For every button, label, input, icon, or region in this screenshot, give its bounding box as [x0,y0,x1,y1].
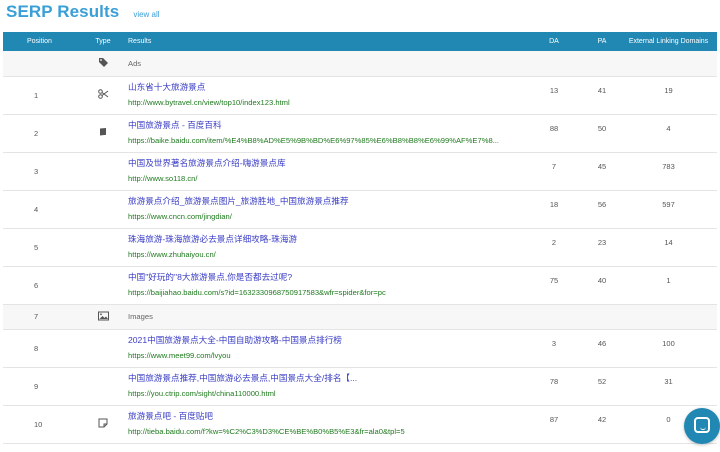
result-title-link[interactable]: 山东省十大旅游景点 [128,82,524,93]
tag-icon [98,57,108,68]
table-header-row: Position Type Results DA PA External Lin… [3,32,717,51]
result-title-link[interactable]: 旅游景点吧 - 百度贴吧 [128,411,524,422]
result-url[interactable]: https://you.ctrip.com/sight/china110000.… [128,388,524,399]
scissors-icon [98,89,109,99]
type-cell [78,190,128,229]
pa-value: 42 [584,405,620,444]
result-row: 8 2021中国旅游景点大全-中国自助游攻略-中国景点排行榜 https://www… [3,329,717,368]
result-url[interactable]: https://baike.baidu.com/item/%E4%B8%AD%E… [128,135,524,146]
type-cell [78,76,128,115]
da-value: 13 [524,76,584,115]
result-title-link[interactable]: 中国旅游景点 - 百度百科 [128,120,524,131]
pa-value: 41 [584,76,620,115]
da-value: 18 [524,190,584,229]
position-cell: 8 [3,329,78,368]
external-linking-domains-value: 783 [620,152,717,191]
pa-value: 45 [584,152,620,191]
result-row: 2 中国旅游景点 - 百度百科 https://baike.baidu.com/it… [3,114,717,153]
book-icon [98,127,108,137]
external-linking-domains-value: 597 [620,190,717,229]
result-url[interactable]: http://www.bytravel.cn/view/top10/index1… [128,97,524,108]
col-da[interactable]: DA [524,32,584,51]
pa-value: 46 [584,329,620,368]
chat-widget-button[interactable] [684,408,720,444]
serp-header: SERP Results view all [6,2,160,24]
section-row: 7 Images [3,304,717,330]
col-external-linking-domains[interactable]: External Linking Domains [620,32,717,51]
pa-value: 52 [584,367,620,406]
da-value: 2 [524,228,584,267]
result-row: 3 中国及世界著名旅游景点介绍-嗨游景点库 http://www.so118.cn/… [3,152,717,191]
da-value: 87 [524,405,584,444]
position-cell: 1 [3,76,78,115]
da-value: 7 [524,152,584,191]
position-cell: 2 [3,114,78,153]
external-linking-domains-value: 19 [620,76,717,115]
da-value: 88 [524,114,584,153]
result-url[interactable]: http://www.so118.cn/ [128,173,524,184]
view-all-link[interactable]: view all [133,10,159,19]
section-row: Ads [3,51,717,77]
type-cell [78,114,128,153]
external-linking-domains-value: 1 [620,266,717,305]
external-linking-domains-value: 4 [620,114,717,153]
external-linking-domains-value: 100 [620,329,717,368]
type-cell [78,405,128,444]
position-cell [3,51,78,77]
pa-value: 23 [584,228,620,267]
col-pa[interactable]: PA [584,32,620,51]
result-row: 1 山东省十大旅游景点 http://www.bytravel.cn/view/to… [3,76,717,115]
position-cell: 7 [3,304,78,330]
result-title-link[interactable]: 珠海旅游-珠海旅游必去景点详细攻略-珠海游 [128,234,524,245]
section-label: Images [128,312,153,321]
serp-table: Position Type Results DA PA External Lin… [3,32,717,444]
position-cell: 4 [3,190,78,229]
result-url[interactable]: https://www.zhuhaiyou.cn/ [128,249,524,260]
type-cell [78,304,128,330]
type-cell [78,228,128,267]
result-title-link[interactable]: 中国旅游景点推荐,中国旅游必去景点,中国景点大全/排名【... [128,373,524,384]
result-row: 6 中国"好玩的"8大旅游景点,你是否都去过呢? https://baijiahao… [3,266,717,305]
da-value: 75 [524,266,584,305]
position-cell: 3 [3,152,78,191]
result-url[interactable]: http://tieba.baidu.com/f?kw=%C2%C3%D3%CE… [128,426,524,437]
col-results[interactable]: Results [128,32,524,51]
pa-value: 40 [584,266,620,305]
result-title-link[interactable]: 中国"好玩的"8大旅游景点,你是否都去过呢? [128,272,524,283]
position-cell: 10 [3,405,78,444]
result-row: 9 中国旅游景点推荐,中国旅游必去景点,中国景点大全/排名【... https://… [3,367,717,406]
result-title-link[interactable]: 2021中国旅游景点大全-中国自助游攻略-中国景点排行榜 [128,335,524,346]
da-value: 3 [524,329,584,368]
col-position[interactable]: Position [3,32,78,51]
external-linking-domains-value: 14 [620,228,717,267]
result-title-link[interactable]: 旅游景点介绍_旅游景点图片_旅游胜地_中国旅游景点推荐 [128,196,524,207]
page-title: SERP Results [6,2,120,21]
type-cell [78,51,128,77]
result-url[interactable]: https://baijiahao.baidu.com/s?id=1632330… [128,287,524,298]
col-type[interactable]: Type [78,32,128,51]
type-cell [78,152,128,191]
chat-icon [694,417,710,433]
result-row: 4 旅游景点介绍_旅游景点图片_旅游胜地_中国旅游景点推荐 https://www.… [3,190,717,229]
position-cell: 9 [3,367,78,406]
external-linking-domains-value: 31 [620,367,717,406]
pa-value: 50 [584,114,620,153]
position-cell: 5 [3,228,78,267]
type-cell [78,266,128,305]
result-title-link[interactable]: 中国及世界著名旅游景点介绍-嗨游景点库 [128,158,524,169]
note-icon [98,418,108,428]
result-row: 10 旅游景点吧 - 百度贴吧 http://tieba.baidu.com/f?k… [3,405,717,444]
result-row: 5 珠海旅游-珠海旅游必去景点详细攻略-珠海游 https://www.zhuhai… [3,228,717,267]
result-url[interactable]: https://www.cncn.com/jingdian/ [128,211,524,222]
type-cell [78,367,128,406]
section-label: Ads [128,58,142,68]
result-url[interactable]: https://www.meet99.com/lvyou [128,350,524,361]
pa-value: 56 [584,190,620,229]
image-icon [98,311,109,321]
da-value: 78 [524,367,584,406]
type-cell [78,329,128,368]
position-cell: 6 [3,266,78,305]
